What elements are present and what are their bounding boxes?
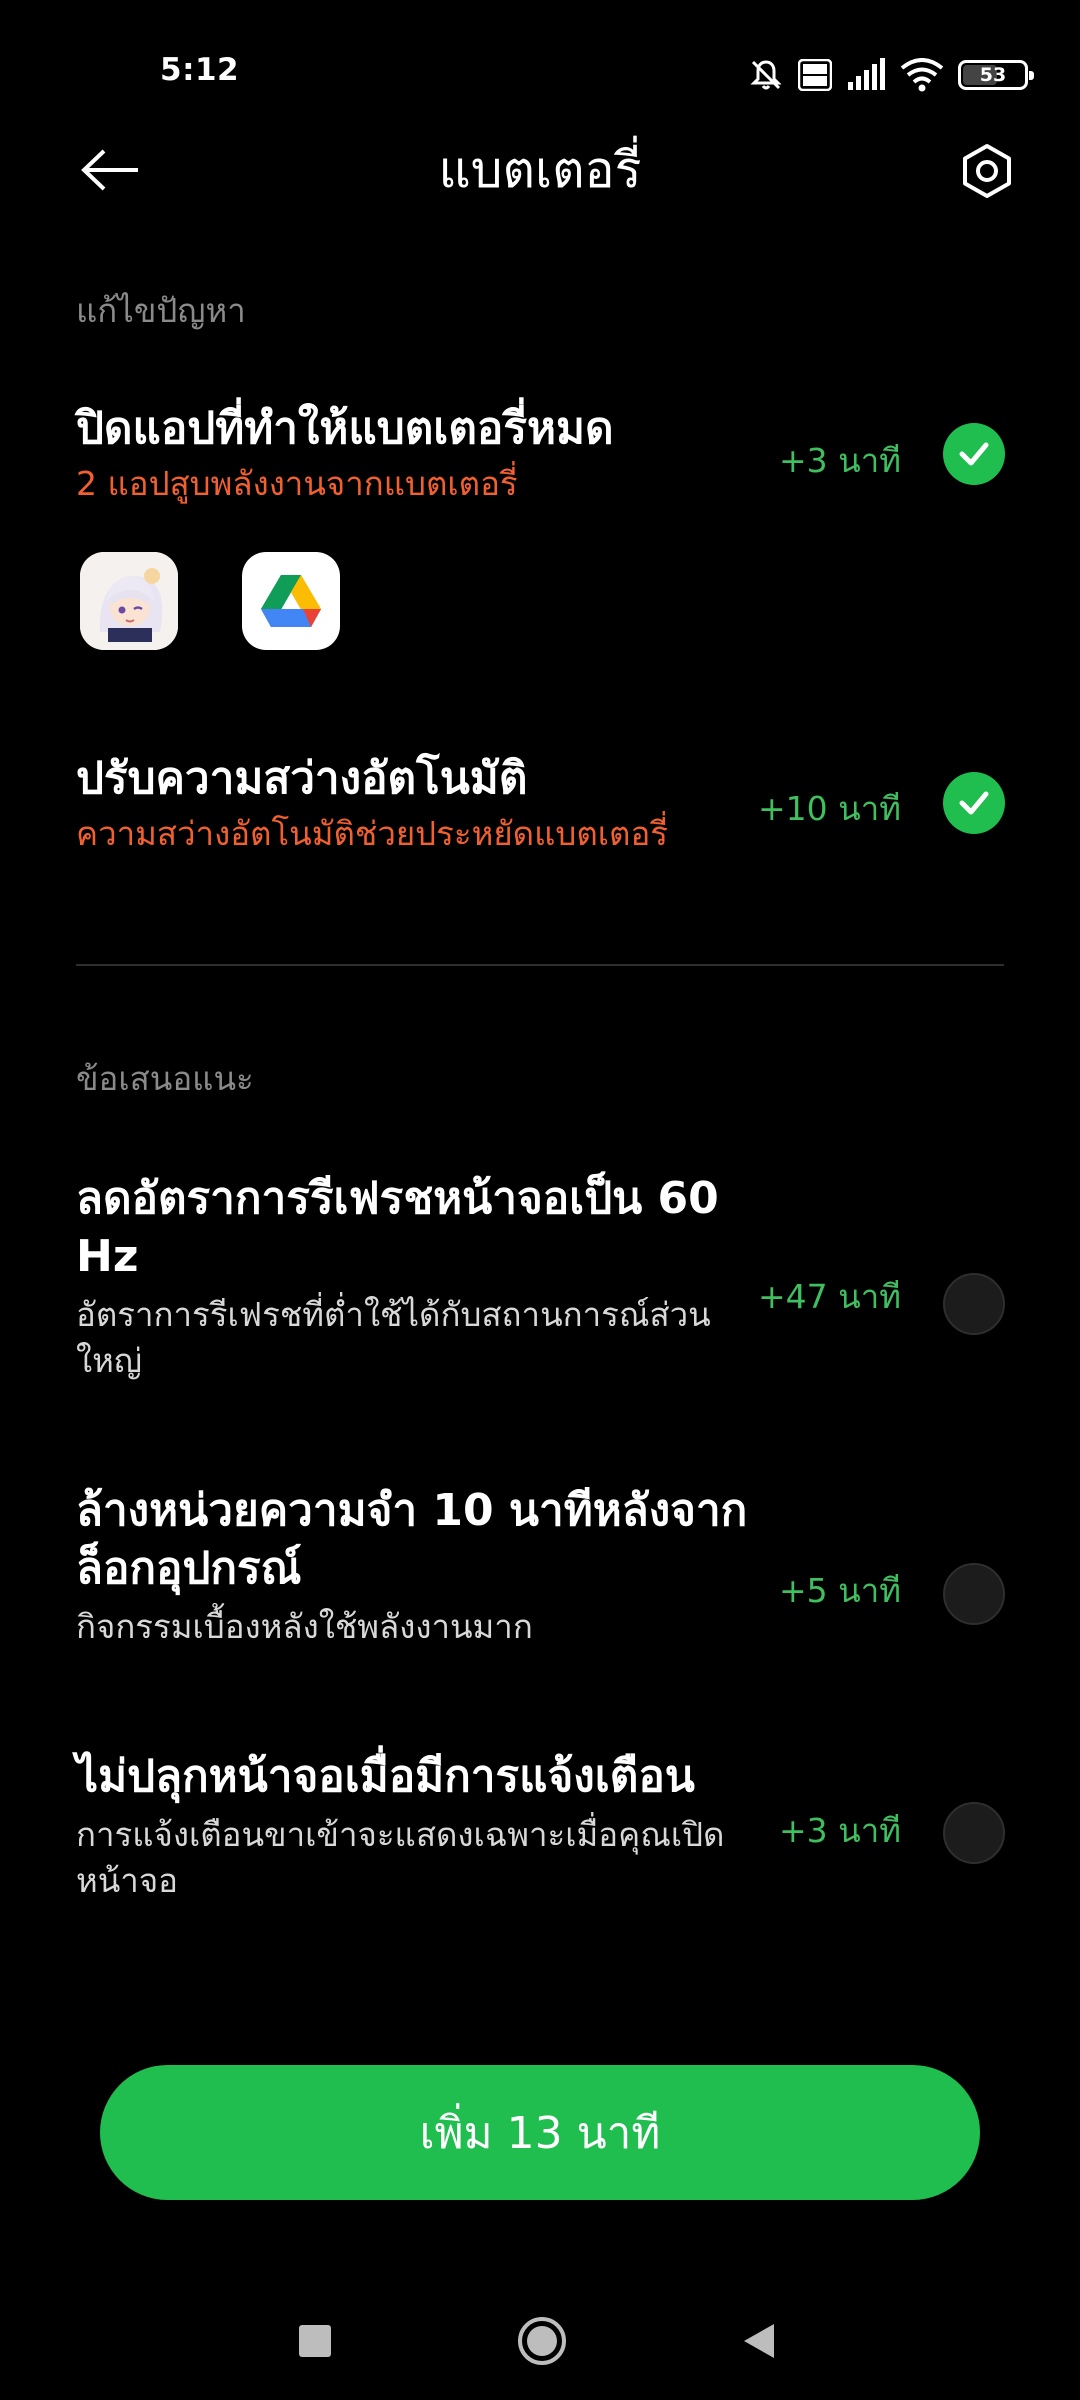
- row-title: ไม่ปลุกหน้าจอเมื่อมีการแจ้งเตือน: [76, 1751, 695, 1802]
- fix-row-auto-brightness[interactable]: ปรับความสว่างอัตโนมัติ ความสว่างอัตโนมัต…: [76, 750, 1006, 856]
- checkbox-unchecked[interactable]: [943, 1563, 1005, 1625]
- suggest-row-notification-wake[interactable]: ไม่ปลุกหน้าจอเมื่อมีการแจ้งเตือน การแจ้ง…: [76, 1748, 1006, 1904]
- checkbox-unchecked[interactable]: [943, 1802, 1005, 1864]
- recents-button[interactable]: [299, 2325, 331, 2357]
- settings-hexagon-icon: [963, 144, 1011, 198]
- battery-icon: 53: [958, 60, 1034, 90]
- mute-icon: [748, 57, 784, 93]
- checkbox-unchecked[interactable]: [943, 1273, 1005, 1335]
- checkmark-icon: [959, 442, 989, 466]
- section-label-fix: แก้ไขปัญหา: [76, 291, 246, 330]
- volte-icon: [798, 59, 832, 91]
- battery-level: 53: [979, 64, 1007, 86]
- row-subtitle: การแจ้งเตือนขาเข้าจะแสดงเฉพาะเมื่อคุณเปิ…: [76, 1815, 725, 1900]
- row-subtitle: กิจกรรมเบื้องหลังใช้พลังงานมาก: [76, 1607, 533, 1646]
- row-gain: +47 นาที: [758, 1277, 901, 1316]
- row-subtitle: อัตราการรีเฟรชที่ต่ำใช้ได้กับสถานการณ์ส่…: [76, 1295, 711, 1380]
- status-time: 5:12: [160, 52, 240, 88]
- row-gain: +3 นาที: [779, 441, 901, 480]
- row-gain: +10 นาที: [758, 789, 901, 828]
- row-title: ปิดแอปที่ทำให้แบตเตอรี่หมด: [76, 403, 614, 454]
- suggest-row-clear-memory[interactable]: ล้างหน่วยความจำ 10 นาทีหลังจากล็อกอุปกรณ…: [76, 1482, 1006, 1650]
- checkbox-checked[interactable]: [943, 772, 1005, 834]
- row-gain: +3 นาที: [779, 1811, 901, 1850]
- suggest-row-refresh-rate[interactable]: ลดอัตราการรีเฟรชหน้าจอเป็น 60 Hz อัตรากา…: [76, 1170, 1006, 1384]
- row-title: ปรับความสว่างอัตโนมัติ: [76, 753, 528, 804]
- row-subtitle: ความสว่างอัตโนมัติช่วยประหยัดแบตเตอรี่: [76, 814, 669, 853]
- optimize-button-label: เพิ่ม 13 นาที: [419, 2107, 661, 2159]
- navigation-bar: [0, 2300, 1080, 2380]
- signal-icon: [846, 58, 886, 92]
- row-title: ล้างหน่วยความจำ 10 นาทีหลังจากล็อกอุปกรณ…: [76, 1485, 748, 1594]
- back-nav-button[interactable]: [742, 2322, 776, 2364]
- settings-button[interactable]: [954, 138, 1020, 204]
- checkmark-icon: [959, 791, 989, 815]
- triangle-back-icon: [744, 2324, 774, 2358]
- page-title: แบตเตอรี่: [438, 141, 642, 199]
- optimize-button[interactable]: เพิ่ม 13 นาที: [100, 2065, 980, 2200]
- section-label-suggestions: ข้อเสนอแนะ: [76, 1059, 254, 1098]
- row-gain: +5 นาที: [779, 1571, 901, 1610]
- row-title: ลดอัตราการรีเฟรชหน้าจอเป็น 60 Hz: [76, 1173, 719, 1282]
- checkbox-checked[interactable]: [943, 423, 1005, 485]
- home-circle-icon: [527, 2326, 557, 2356]
- section-divider: [76, 964, 1004, 966]
- status-icons: 53: [748, 52, 1034, 98]
- fix-row-close-apps[interactable]: ปิดแอปที่ทำให้แบตเตอรี่หมด 2 แอปสูบพลังง…: [76, 400, 1006, 506]
- wifi-icon: [900, 58, 944, 92]
- home-button[interactable]: [518, 2317, 566, 2365]
- drain-app-icons: [80, 552, 340, 650]
- row-subtitle: 2 แอปสูบพลังงานจากแบตเตอรี่: [76, 464, 518, 503]
- google-drive-app-icon: [242, 552, 340, 650]
- anime-game-app-icon: [80, 552, 178, 650]
- header: แบตเตอรี่: [0, 120, 1080, 220]
